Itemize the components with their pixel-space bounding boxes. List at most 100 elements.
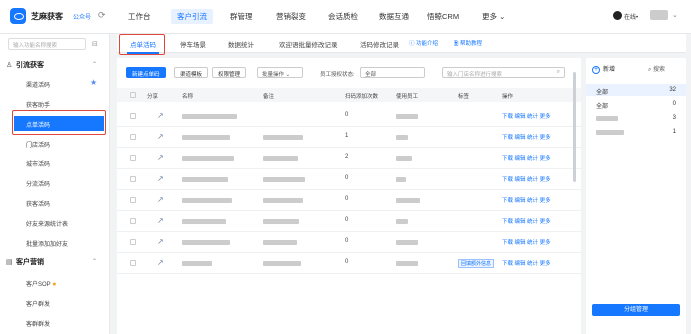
col-staff: 使用员工 (396, 94, 419, 100)
share-icon[interactable]: ↗ (157, 153, 164, 162)
sidebar-item-store-code[interactable]: 门店活码 (26, 140, 50, 149)
row-actions[interactable]: 下载 编辑 统计 更多 (502, 238, 551, 246)
sidebar-item-group-send[interactable]: 客群群发 (26, 319, 50, 328)
col-actions: 操作 (502, 94, 514, 100)
nav-more[interactable]: 更多 ⌄ (482, 11, 505, 22)
sidebar-group-label: 客户营销 (16, 259, 44, 266)
row-actions[interactable]: 下载 编辑 统计 更多 (502, 196, 551, 204)
nav-customer-lead[interactable]: 客户引流 (171, 9, 213, 24)
row-checkbox[interactable] (130, 134, 136, 140)
status-icon (613, 11, 622, 20)
tab-parking[interactable]: 停车场景 (180, 39, 206, 49)
select-all-checkbox[interactable] (130, 92, 136, 98)
sidebar-item-source-stats[interactable]: 好友来源统计表 (26, 219, 68, 228)
row-checkbox[interactable] (130, 113, 136, 119)
add-group-button[interactable]: + 新增 (592, 64, 615, 74)
sidebar-item-acquire-code[interactable]: 获客活码 (26, 199, 50, 208)
nav-workbench[interactable]: 工作台 (128, 11, 151, 22)
sidebar-search-input[interactable]: 输入功能名称搜索 (8, 38, 86, 50)
group-item[interactable]: 3 (586, 112, 686, 124)
nav-session-qc[interactable]: 会话质检 (328, 11, 358, 22)
row-checkbox[interactable] (130, 155, 136, 161)
permission-button[interactable]: 权限管理 (212, 67, 247, 78)
row-actions[interactable]: 下载 编辑 统计 更多 (502, 154, 551, 162)
group-manage-button[interactable]: 分组管理 (592, 304, 680, 316)
row-checkbox[interactable] (130, 260, 136, 266)
sidebar-item-acquire-helper[interactable]: 获客助手 (26, 100, 50, 109)
group-item[interactable]: 全部 32 (586, 84, 686, 96)
staff-cell (396, 240, 418, 245)
chevron-up-icon[interactable]: ⌃ (92, 61, 97, 68)
group-count: 1 (672, 129, 676, 135)
batch-operation-select[interactable]: 批量操作 ⌄ (257, 67, 303, 78)
sidebar-item-sop[interactable]: 客户SOP ● (26, 279, 56, 288)
share-icon[interactable]: ↗ (157, 216, 164, 225)
row-checkbox[interactable] (130, 218, 136, 224)
name-cell (182, 156, 234, 161)
sidebar-item-split-code[interactable]: 分流活码 (26, 179, 50, 188)
table-row: ↗ 0 下载 编辑 统计 更多 (117, 232, 581, 253)
refresh-icon[interactable]: ⟳ (98, 10, 106, 21)
tab-stats[interactable]: 数据统计 (228, 39, 254, 49)
name-cell (182, 198, 232, 203)
group-panel: + 新增 ⌕ 搜索 全部 32 全部 0 3 1 分组管理 (586, 58, 686, 334)
nav-crm[interactable]: 悟鲸CRM (427, 11, 459, 22)
share-icon[interactable]: ↗ (157, 237, 164, 246)
share-icon[interactable]: ↗ (157, 258, 164, 267)
store-search-input[interactable]: 输入门店名称进行搜索 ⌕ (442, 67, 565, 78)
nav-marketing[interactable]: 营销裂变 (276, 11, 306, 22)
share-icon[interactable]: ↗ (157, 195, 164, 204)
col-remark: 备注 (263, 94, 275, 100)
tab-bar: 点单活码 停车场景 数据统计 欢迎语批量修改记录 活码修改记录 ⓘ 功能介绍 🖹… (117, 34, 686, 53)
feature-intro-link[interactable]: ⓘ 功能介绍 (409, 39, 438, 47)
group-item[interactable]: 全部 0 (586, 98, 686, 110)
remark-cell (263, 240, 297, 245)
table-row: ↗ 2 下载 编辑 统计 更多 (117, 148, 581, 169)
tab-welcome-log[interactable]: 欢迎语批量修改记录 (279, 39, 338, 49)
name-cell (182, 240, 230, 245)
user-status: 在线• (624, 15, 639, 21)
nav-data-sync[interactable]: 数据互通 (379, 11, 409, 22)
search-icon[interactable]: ⌕ (557, 69, 560, 76)
channel-template-button[interactable]: 渠道模板 (174, 67, 209, 78)
nav-group-manage[interactable]: 群管理 (230, 11, 253, 22)
remark-cell (263, 219, 299, 224)
group-name: 全部 (596, 90, 609, 96)
share-icon[interactable]: ↗ (157, 132, 164, 141)
chevron-up-icon[interactable]: ⌃ (92, 258, 97, 265)
new-order-code-button[interactable]: 新建点单码 (126, 67, 166, 78)
tab-code-log[interactable]: 活码修改记录 (360, 39, 399, 49)
group-item[interactable]: 1 (586, 126, 686, 138)
row-actions[interactable]: 下载 编辑 统计 更多 (502, 217, 551, 225)
sidebar-group-marketing[interactable]: ▤ 客户营销 (6, 257, 44, 267)
sidebar-group-lead[interactable]: ♙ 引流获客 (6, 60, 44, 70)
col-scan-count: 扫码添加次数 (345, 94, 379, 100)
avatar[interactable] (650, 10, 668, 20)
star-icon[interactable]: ★ (90, 78, 97, 87)
filter-icon[interactable]: ⊟ (92, 40, 98, 48)
sidebar: 输入功能名称搜索 ⊟ ♙ 引流获客 ⌃ 渠道活码 ★ 获客助手 点单活码 门店活码… (0, 34, 110, 334)
scrollbar[interactable] (573, 72, 576, 182)
row-checkbox[interactable] (130, 239, 136, 245)
group-search-button[interactable]: ⌕ 搜索 (648, 64, 665, 74)
row-actions[interactable]: 下载 编辑 统计 更多 (502, 175, 551, 183)
brand-sub[interactable]: 公众号 (73, 12, 91, 21)
row-actions[interactable]: 下载 编辑 统计 更多 (502, 112, 551, 120)
share-icon[interactable]: ↗ (157, 111, 164, 120)
help-link[interactable]: 🖹 帮助教程 (454, 39, 482, 49)
chevron-down-icon[interactable]: ⌄ (672, 11, 678, 19)
group-count: 32 (669, 87, 676, 93)
row-actions[interactable]: 下载 编辑 统计 更多 (502, 259, 551, 267)
sidebar-item-batch-add[interactable]: 批量添加加好友 (26, 239, 68, 248)
row-checkbox[interactable] (130, 176, 136, 182)
sidebar-item-channel-code[interactable]: 渠道活码 (26, 80, 50, 89)
share-icon[interactable]: ↗ (157, 174, 164, 183)
scan-count: 0 (345, 259, 349, 265)
staff-status-select[interactable]: 全部 (360, 67, 425, 78)
row-checkbox[interactable] (130, 197, 136, 203)
row-actions[interactable]: 下载 编辑 统计 更多 (502, 133, 551, 141)
fire-icon: ● (52, 281, 57, 288)
table-row: ↗ 0 下载 编辑 统计 更多 (117, 169, 581, 190)
sidebar-item-mass-send[interactable]: 客户群发 (26, 299, 50, 308)
sidebar-item-city-code[interactable]: 城市活码 (26, 159, 50, 168)
